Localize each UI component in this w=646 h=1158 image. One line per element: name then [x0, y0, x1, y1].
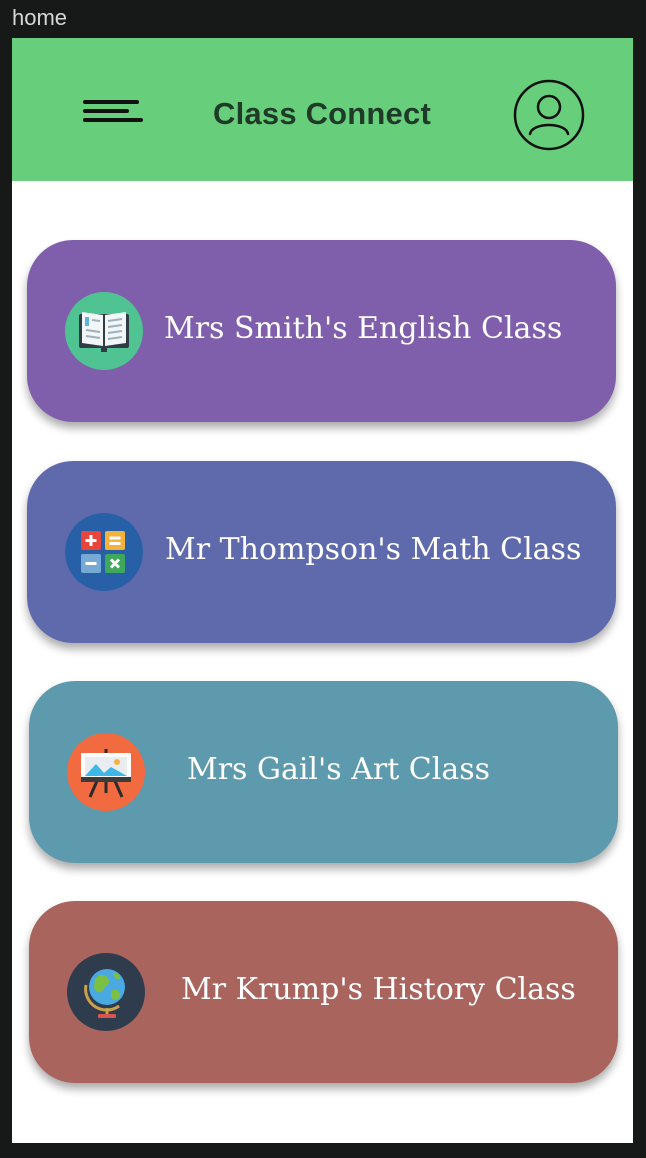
- class-label-math: Mr Thompson's Math Class: [165, 532, 582, 567]
- window-title: home: [12, 5, 68, 30]
- user-profile-icon: [513, 79, 585, 151]
- profile-button[interactable]: [512, 78, 586, 152]
- calculator-icon: [65, 513, 143, 591]
- class-card-english[interactable]: Mrs Smith's English Class: [27, 240, 616, 422]
- class-card-math[interactable]: Mr Thompson's Math Class: [27, 461, 616, 643]
- class-card-art[interactable]: Mrs Gail's Art Class: [29, 681, 618, 863]
- class-card-history[interactable]: Mr Krump's History Class: [29, 901, 618, 1083]
- app-screen: Class Connect Mrs Smith's English Class …: [12, 38, 633, 1143]
- app-bar: Class Connect: [12, 38, 633, 181]
- menu-button[interactable]: [74, 93, 144, 133]
- globe-icon: [67, 953, 145, 1031]
- class-label-art: Mrs Gail's Art Class: [187, 752, 491, 787]
- easel-icon: [67, 733, 145, 811]
- class-label-english: Mrs Smith's English Class: [164, 311, 563, 346]
- open-book-icon: [65, 292, 143, 370]
- app-title: Class Connect: [213, 96, 431, 131]
- class-label-history: Mr Krump's History Class: [181, 972, 576, 1007]
